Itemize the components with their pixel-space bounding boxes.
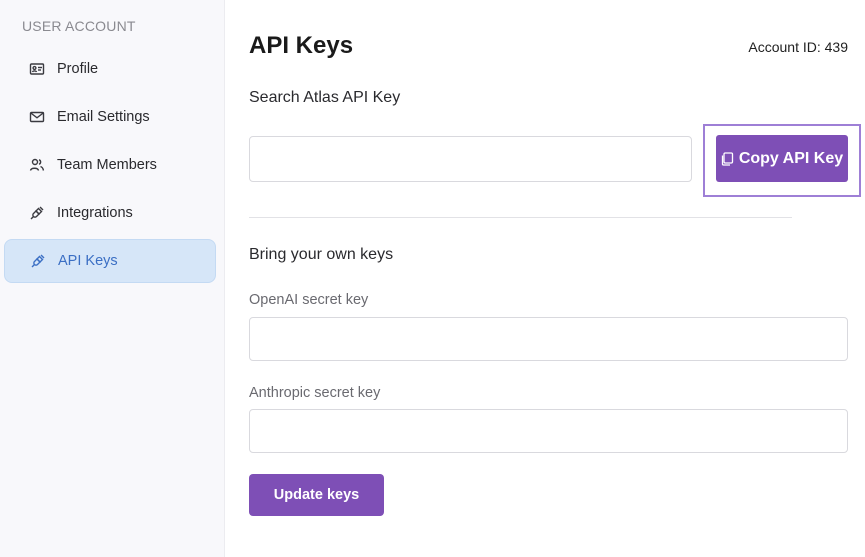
anthropic-key-input[interactable] [249,409,848,453]
plug-icon [28,204,46,222]
sidebar-item-profile[interactable]: Profile [4,47,216,91]
openai-key-input[interactable] [249,317,848,361]
plug-icon [29,252,47,270]
sidebar-item-label: Profile [57,61,99,77]
anthropic-key-label: Anthropic secret key [249,385,381,401]
envelope-icon [28,108,46,126]
id-card-icon [28,60,46,78]
sidebar-item-label: API Keys [58,253,118,269]
sidebar-heading: USER ACCOUNT [22,18,136,34]
account-id: Account ID: 439 [748,39,848,55]
users-icon [28,156,46,174]
copy-api-key-button[interactable]: Copy API Key [716,135,848,182]
search-atlas-key-input[interactable] [249,136,692,182]
sidebar-item-label: Team Members [57,157,157,173]
sidebar-item-integrations[interactable]: Integrations [4,191,216,235]
copy-api-key-label: Copy API Key [738,149,844,167]
main-content: API Keys Account ID: 439 Search Atlas AP… [249,0,861,557]
update-keys-button[interactable]: Update keys [249,474,384,516]
bring-your-own-keys-heading: Bring your own keys [249,246,394,263]
sidebar-item-email-settings[interactable]: Email Settings [4,95,216,139]
sidebar-item-api-keys[interactable]: API Keys [4,239,216,283]
sidebar-item-label: Email Settings [57,109,150,125]
search-atlas-key-label: Search Atlas API Key [249,89,401,106]
section-divider [249,217,792,218]
sidebar-item-label: Integrations [57,205,133,221]
sidebar: USER ACCOUNT Profile Email Settings Team… [0,0,225,557]
sidebar-item-team-members[interactable]: Team Members [4,143,216,187]
page-title: API Keys [249,32,354,59]
openai-key-label: OpenAI secret key [249,292,369,308]
copy-icon [721,151,734,166]
